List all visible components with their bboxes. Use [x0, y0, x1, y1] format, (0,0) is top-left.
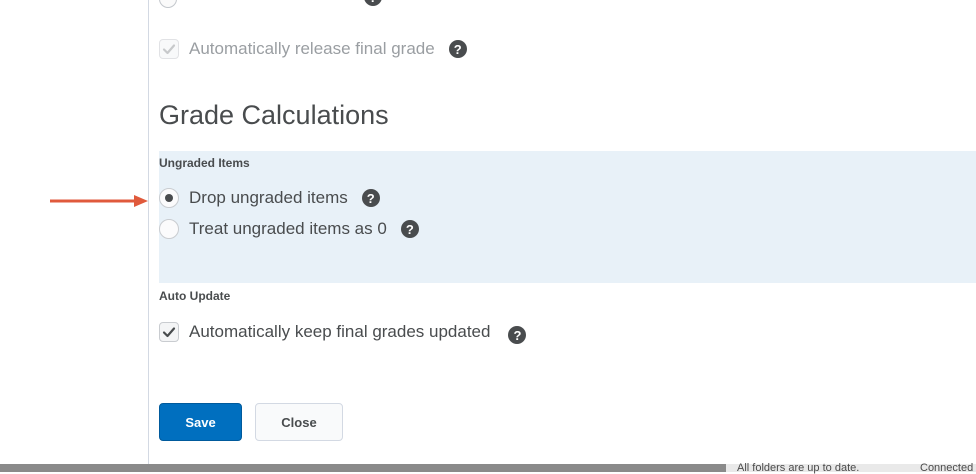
save-button[interactable]: Save	[159, 403, 242, 441]
drop-ungraded-radio[interactable]	[159, 188, 179, 208]
partial-radio-cut-off[interactable]	[159, 0, 177, 8]
release-final-grade-row: Automatically release final grade ?	[159, 39, 467, 59]
drop-ungraded-row: Drop ungraded items ?	[159, 188, 380, 208]
release-final-grade-label: Automatically release final grade	[189, 39, 435, 58]
ungraded-items-label: Ungraded Items	[159, 156, 250, 170]
content-left-border	[148, 0, 149, 464]
drop-ungraded-label: Drop ungraded items	[189, 188, 348, 207]
help-icon[interactable]: ?	[448, 40, 467, 58]
ungraded-items-panel	[159, 151, 976, 283]
checkmark-icon	[162, 327, 176, 338]
help-icon-partial[interactable]: ?	[364, 0, 382, 6]
checkmark-icon	[162, 44, 176, 55]
radio-selected-dot	[165, 194, 173, 202]
connection-status-text: Connected	[920, 462, 974, 474]
sync-status-text: All folders are up to date.	[737, 462, 860, 474]
keep-updated-checkbox[interactable]	[159, 322, 179, 342]
help-icon[interactable]: ?	[400, 220, 419, 238]
section-title-grade-calculations: Grade Calculations	[159, 100, 389, 130]
auto-update-label: Auto Update	[159, 289, 231, 303]
treat-as-zero-radio[interactable]	[159, 219, 179, 239]
keep-updated-row: Automatically keep final grades updated …	[159, 320, 527, 344]
keep-updated-label: Automatically keep final grades updated	[189, 322, 491, 341]
treat-as-zero-label: Treat ungraded items as 0	[189, 219, 387, 238]
treat-as-zero-row: Treat ungraded items as 0 ?	[159, 219, 419, 239]
help-icon[interactable]: ?	[508, 326, 527, 344]
release-final-grade-checkbox[interactable]	[159, 39, 179, 59]
help-icon[interactable]: ?	[361, 189, 380, 207]
close-button[interactable]: Close	[255, 403, 343, 441]
red-arrow-annotation	[50, 195, 148, 207]
